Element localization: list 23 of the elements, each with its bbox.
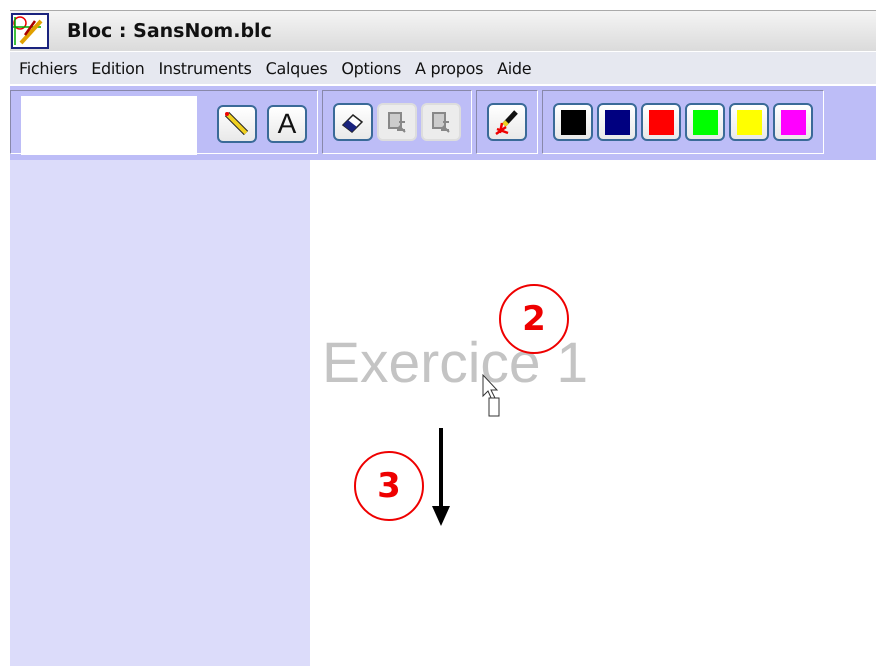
color-swatch-button[interactable] (641, 103, 681, 141)
step-number: 3 (354, 451, 424, 521)
color-swatch-button[interactable] (553, 103, 593, 141)
marker-icon (494, 109, 520, 135)
text-tool-button[interactable]: A (267, 105, 307, 143)
menu-item[interactable]: Aide (490, 58, 538, 78)
menu-item[interactable]: Calques (258, 58, 334, 78)
menu-item[interactable]: Edition (84, 58, 152, 78)
color-swatch-button[interactable] (685, 103, 725, 141)
menu-item[interactable]: Instruments (152, 58, 259, 78)
menu-item[interactable]: Options (334, 58, 408, 78)
pencil-icon (224, 111, 250, 137)
input-field[interactable] (21, 96, 197, 155)
color-swatch-button[interactable] (773, 103, 813, 141)
pencil-button[interactable] (217, 105, 257, 143)
app-icon (11, 13, 49, 49)
color-swatch-button[interactable] (597, 103, 637, 141)
window-title: Bloc : SansNom.blc (67, 20, 272, 42)
menu-item[interactable]: Fichiers (12, 58, 84, 78)
menu-item[interactable]: A propos (408, 58, 490, 78)
marker-button[interactable] (487, 103, 527, 141)
eraser-button[interactable] (333, 103, 373, 141)
color-swatch-button[interactable] (729, 103, 769, 141)
